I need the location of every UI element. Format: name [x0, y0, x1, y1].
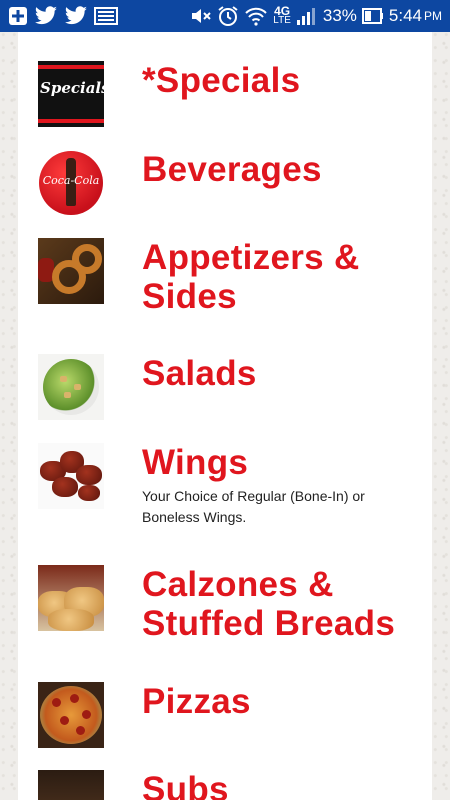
- beverages-thumbnail-label: Coca-Cola: [42, 174, 100, 187]
- category-title: *Specials: [142, 61, 301, 100]
- category-title: Wings: [142, 443, 249, 482]
- clock-ampm: PM: [424, 9, 442, 23]
- category-appetizers-sides[interactable]: Appetizers & Sides: [38, 238, 418, 316]
- specials-thumbnail-label: Specials: [40, 79, 104, 97]
- appetizers-thumbnail: [38, 238, 104, 304]
- wifi-icon: [244, 6, 268, 26]
- status-bar: 4G LTE 33% 5:44 PM: [0, 0, 450, 32]
- category-subs[interactable]: Subs: [38, 770, 418, 800]
- background-texture-right: [432, 32, 450, 800]
- alarm-icon: [217, 5, 239, 27]
- battery-percent: 33%: [322, 6, 357, 25]
- menu-category-list[interactable]: Specials *Specials Coca-Cola Beverages A…: [18, 32, 432, 800]
- add-notification-icon: [8, 6, 28, 26]
- category-pizzas[interactable]: Pizzas: [38, 682, 418, 748]
- category-title: Salads: [142, 354, 257, 393]
- mute-icon: [190, 6, 212, 26]
- category-title: Subs: [142, 770, 229, 800]
- beverages-thumbnail: Coca-Cola: [38, 150, 104, 216]
- wings-thumbnail: [38, 443, 104, 509]
- twitter-icon: [64, 6, 88, 26]
- background-texture-left: [0, 32, 18, 800]
- subs-thumbnail: [38, 770, 104, 800]
- network-type: 4G LTE: [273, 5, 291, 26]
- salads-thumbnail: [38, 354, 104, 420]
- category-title: Calzones &: [142, 565, 334, 604]
- category-specials[interactable]: Specials *Specials: [38, 61, 418, 127]
- category-title: Beverages: [142, 150, 322, 189]
- category-calzones-stuffed-breads[interactable]: Calzones & Stuffed Breads: [38, 565, 418, 643]
- category-wings[interactable]: Wings Your Choice of Regular (Bone-In) o…: [38, 443, 418, 528]
- battery-icon: [361, 7, 384, 25]
- category-title-line2: Sides: [142, 277, 237, 316]
- category-title-line2: Stuffed Breads: [142, 604, 396, 643]
- category-beverages[interactable]: Coca-Cola Beverages: [38, 150, 418, 216]
- category-title: Pizzas: [142, 682, 251, 721]
- calzones-thumbnail: [38, 565, 104, 631]
- screenshot-icon: [94, 7, 118, 25]
- twitter-icon: [34, 6, 58, 26]
- clock-time: 5:44: [388, 6, 422, 25]
- network-sublabel: LTE: [273, 15, 291, 26]
- pizzas-thumbnail: [38, 682, 104, 748]
- specials-thumbnail: Specials: [38, 61, 104, 127]
- category-salads[interactable]: Salads: [38, 354, 418, 420]
- cell-signal-icon: [296, 6, 318, 26]
- category-title: Appetizers &: [142, 238, 360, 277]
- category-description: Your Choice of Regular (Bone-In) or Bone…: [142, 488, 365, 525]
